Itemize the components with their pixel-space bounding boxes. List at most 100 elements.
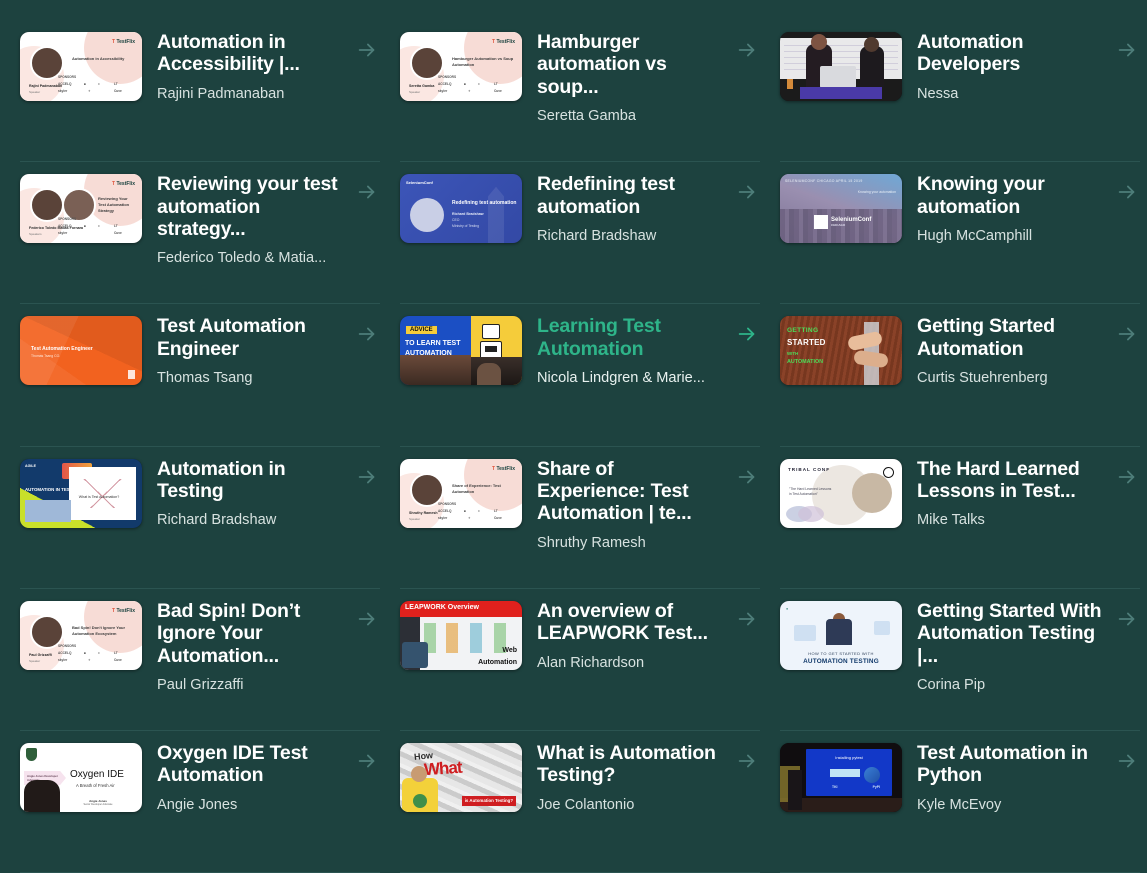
talk-card[interactable]: GETTING STARTED WITH AUTOMATION Getting Star…	[780, 304, 1140, 447]
talk-card[interactable]: How What is Automation Testing? What is Aut…	[400, 731, 760, 873]
talk-thumbnail[interactable]: Reviewing Your Test Automation Strategy T…	[20, 174, 142, 244]
talk-meta: Getting Started Automation Curtis Stuehre…	[917, 315, 1140, 388]
talk-title[interactable]: Getting Started With Automation Testing …	[917, 600, 1106, 667]
talk-title[interactable]: An overview of LEAPWORK Test...	[537, 600, 726, 645]
talk-card[interactable]: Hamburger Automation vs Soup Automation T…	[400, 20, 760, 163]
talk-title[interactable]: Learning Test Automation	[537, 315, 726, 360]
talk-author: Rajini Padmanaban	[157, 85, 285, 102]
talk-title[interactable]: What is Automation Testing?	[537, 742, 726, 787]
talk-meta: Automation Developers Nessa	[917, 31, 1140, 104]
talk-card[interactable]: AGILE AUTOMATION IN TESTING What is Test A…	[20, 447, 380, 589]
talk-thumbnail[interactable]: LEAPWORK Overview Web Automation	[400, 600, 522, 670]
talk-card[interactable]: Reviewing Your Test Automation Strategy T…	[20, 162, 380, 305]
arrow-right-icon[interactable]	[356, 323, 378, 345]
arrow-right-icon[interactable]	[1116, 466, 1138, 488]
talk-title[interactable]: Hamburger automation vs soup...	[537, 31, 726, 98]
talk-author: Paul Grizzaffi	[157, 676, 244, 693]
talk-meta: Redefining test automation Richard Bradsh…	[537, 173, 760, 246]
talks-grid: Automation in Accessibility T TestFlix Raj…	[0, 0, 1147, 873]
talk-meta: Reviewing your test automation strategy.…	[157, 173, 380, 268]
talk-meta: What is Automation Testing? Joe Colantoni…	[537, 742, 760, 815]
talk-author: Curtis Stuehrenberg	[917, 370, 1048, 387]
talk-thumbnail[interactable]: Hamburger Automation vs Soup Automation T…	[400, 32, 522, 101]
arrow-right-icon[interactable]	[1116, 181, 1138, 203]
arrow-right-icon[interactable]	[356, 181, 378, 203]
talk-card[interactable]: ADVICE TO LEARN TEST AUTOMATION Learning Te…	[400, 304, 760, 447]
talk-meta: Learning Test Automation Nicola Lindgren …	[537, 315, 760, 388]
talk-title[interactable]: Oxygen IDE Test Automation	[157, 742, 346, 787]
talk-title[interactable]: Test Automation Engineer	[157, 315, 346, 360]
talk-thumbnail[interactable]: Angie Jones Developer AdvocateOxygen IDE…	[20, 742, 142, 812]
arrow-right-icon[interactable]	[356, 750, 378, 772]
talk-meta: Bad Spin! Don’t Ignore Your Automation..…	[157, 600, 380, 695]
talk-card[interactable]: Angie Jones Developer AdvocateOxygen IDE…	[20, 731, 380, 873]
talk-thumbnail[interactable]: SeleniumConf Redefining test automation Ri…	[400, 174, 522, 244]
talk-card[interactable]: ● HOW TO GET STARTED WITH AUTOMATION TESTI…	[780, 589, 1140, 731]
arrow-right-icon[interactable]	[356, 466, 378, 488]
talk-card[interactable]: Share of Experience: Test Automation T Te…	[400, 447, 760, 589]
talk-card[interactable]: Bad Spin! Don't Ignore Your Automation E…	[20, 589, 380, 731]
talk-meta: Hamburger automation vs soup... Seretta G…	[537, 31, 760, 126]
talk-card[interactable]: Installing pytest PyPI TKI Test Automation …	[780, 731, 1140, 873]
arrow-right-icon[interactable]	[356, 608, 378, 630]
talk-thumbnail[interactable]	[780, 32, 902, 101]
talk-thumbnail[interactable]: Installing pytest PyPI TKI	[780, 742, 902, 812]
talk-thumbnail[interactable]: Bad Spin! Don't Ignore Your Automation E…	[20, 600, 142, 670]
talk-title[interactable]: Automation Developers	[917, 31, 1106, 76]
talk-author: Shruthy Ramesh	[537, 534, 646, 551]
talk-title[interactable]: Reviewing your test automation strategy.…	[157, 173, 346, 240]
talk-author: Corina Pip	[917, 676, 986, 693]
talk-card[interactable]: TRIBAL CONF "The Hard Learned Lessons in T…	[780, 447, 1140, 589]
talk-card[interactable]: SeleniumConf Redefining test automation Ri…	[400, 162, 760, 305]
talk-thumbnail[interactable]: TRIBAL CONF "The Hard Learned Lessons in T…	[780, 458, 902, 528]
talk-title[interactable]: Test Automation in Python	[917, 742, 1106, 787]
talk-card[interactable]: Automation Developers Nessa	[780, 20, 1140, 163]
talk-title[interactable]: Share of Experience: Test Automation | t…	[537, 458, 726, 525]
talk-thumbnail[interactable]: How What is Automation Testing?	[400, 742, 522, 812]
talk-thumbnail[interactable]: SELENIUMCONF CHICAGO APRIL 15 2019 Knowin…	[780, 174, 902, 244]
arrow-right-icon[interactable]	[356, 39, 378, 61]
arrow-right-icon[interactable]	[1116, 608, 1138, 630]
arrow-right-icon[interactable]	[736, 323, 758, 345]
talk-card[interactable]: Automation in Accessibility T TestFlix Raj…	[20, 20, 380, 163]
talk-title[interactable]: Automation in Accessibility |...	[157, 31, 346, 76]
talk-title[interactable]: Knowing your automation	[917, 173, 1106, 218]
talk-author: Seretta Gamba	[537, 108, 636, 125]
talk-author: Hugh McCamphill	[917, 228, 1033, 244]
arrow-right-icon[interactable]	[1116, 323, 1138, 345]
talk-author: Joe Colantonio	[537, 796, 635, 813]
talk-thumbnail[interactable]: Share of Experience: Test Automation T Te…	[400, 458, 522, 528]
talk-title[interactable]: The Hard Learned Lessons in Test...	[917, 458, 1106, 503]
talk-title[interactable]: Redefining test automation	[537, 173, 726, 218]
arrow-right-icon[interactable]	[1116, 39, 1138, 61]
talk-author: Nessa	[917, 85, 959, 102]
talk-author: Angie Jones	[157, 796, 238, 813]
talk-meta: Share of Experience: Test Automation | t…	[537, 458, 760, 553]
arrow-right-icon[interactable]	[736, 466, 758, 488]
talk-title[interactable]: Getting Started Automation	[917, 315, 1106, 360]
talk-thumbnail[interactable]: GETTING STARTED WITH AUTOMATION	[780, 316, 902, 386]
arrow-right-icon[interactable]	[736, 750, 758, 772]
talk-card[interactable]: LEAPWORK Overview Web Automation An overvie…	[400, 589, 760, 731]
talk-author: Mike Talks	[917, 512, 985, 529]
talk-meta: Knowing your automation Hugh McCamphill	[917, 173, 1140, 246]
talk-title[interactable]: Automation in Testing	[157, 458, 346, 503]
talk-author: Federico Toledo & Matia...	[157, 250, 327, 267]
talk-thumbnail[interactable]: ADVICE TO LEARN TEST AUTOMATION	[400, 316, 522, 386]
talk-card[interactable]: Test Automation Engineer Thomas Tsang CO.…	[20, 304, 380, 447]
talk-thumbnail[interactable]: Test Automation Engineer Thomas Tsang CO.	[20, 316, 142, 386]
talk-meta: Test Automation in Python Kyle McEvoy	[917, 742, 1140, 815]
talk-author: Nicola Lindgren & Marie...	[537, 370, 705, 387]
talk-author: Thomas Tsang	[157, 370, 253, 387]
talk-thumbnail[interactable]: AGILE AUTOMATION IN TESTING What is Test A…	[20, 458, 142, 528]
arrow-right-icon[interactable]	[1116, 750, 1138, 772]
talk-card[interactable]: SELENIUMCONF CHICAGO APRIL 15 2019 Knowin…	[780, 162, 1140, 305]
arrow-right-icon[interactable]	[736, 39, 758, 61]
talk-meta: Automation in Testing Richard Bradshaw	[157, 458, 380, 531]
talk-thumbnail[interactable]: ● HOW TO GET STARTED WITH AUTOMATION TESTI…	[780, 600, 902, 670]
arrow-right-icon[interactable]	[736, 608, 758, 630]
talk-thumbnail[interactable]: Automation in Accessibility T TestFlix Raj…	[20, 32, 142, 101]
arrow-right-icon[interactable]	[736, 181, 758, 203]
talk-title[interactable]: Bad Spin! Don’t Ignore Your Automation..…	[157, 600, 346, 667]
talk-author: Richard Bradshaw	[537, 228, 657, 244]
